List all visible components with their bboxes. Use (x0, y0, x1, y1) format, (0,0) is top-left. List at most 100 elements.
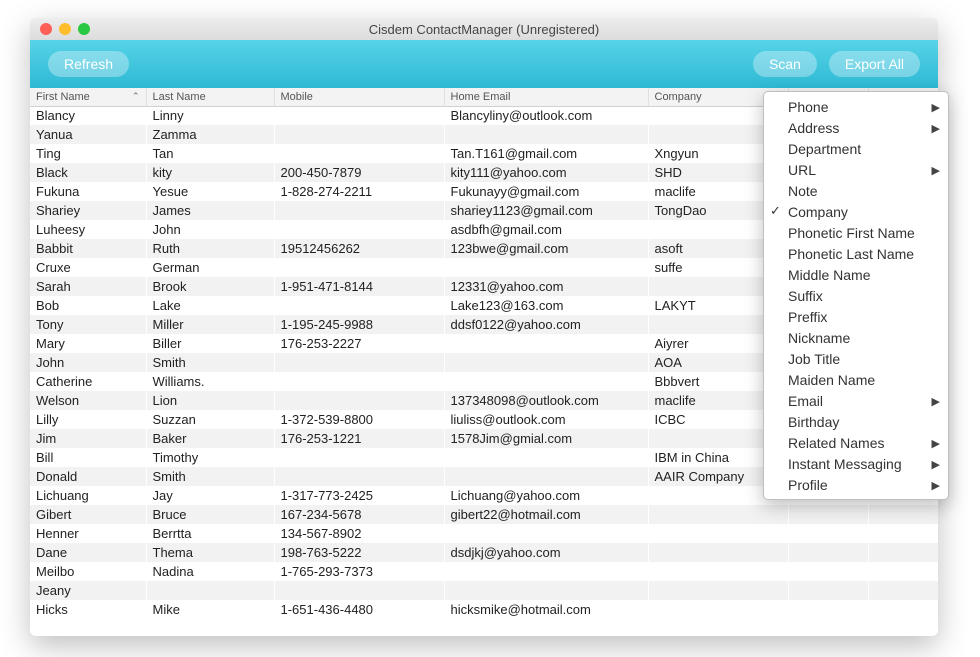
table-cell: shariey1123@gmail.com (444, 201, 648, 220)
table-cell: James (146, 201, 274, 220)
table-cell: Zamma (146, 125, 274, 144)
table-cell: John (30, 353, 146, 372)
menu-item[interactable]: Preffix (764, 306, 948, 327)
table-cell: kity111@yahoo.com (444, 163, 648, 182)
table-cell (648, 600, 788, 619)
submenu-arrow-icon: ▶ (932, 456, 940, 474)
table-cell-empty (788, 581, 868, 600)
menu-item[interactable]: Profile▶ (764, 474, 948, 495)
table-cell: Gibert (30, 505, 146, 524)
table-cell-empty (788, 524, 868, 543)
column-header-last-name[interactable]: Last Name (146, 88, 274, 106)
menu-item[interactable]: ✓ Company (764, 201, 948, 222)
table-cell: John (146, 220, 274, 239)
table-cell (274, 372, 444, 391)
submenu-arrow-icon: ▶ (932, 99, 940, 117)
menu-item[interactable]: Instant Messaging▶ (764, 453, 948, 474)
table-cell: Miller (146, 315, 274, 334)
menu-item-label: Birthday (788, 414, 839, 430)
table-cell: Tony (30, 315, 146, 334)
table-cell: Lilly (30, 410, 146, 429)
table-row[interactable]: HicksMike1-651-436-4480hicksmike@hotmail… (30, 600, 938, 619)
menu-item[interactable]: Department (764, 138, 948, 159)
menu-item[interactable]: Nickname (764, 327, 948, 348)
column-header-mobile[interactable]: Mobile (274, 88, 444, 106)
menu-item-label: Department (788, 141, 861, 157)
menu-item[interactable]: Suffix (764, 285, 948, 306)
menu-item-label: URL (788, 162, 816, 178)
menu-item-label: Preffix (788, 309, 827, 325)
table-cell: 176-253-2227 (274, 334, 444, 353)
table-cell (274, 296, 444, 315)
menu-item[interactable]: Job Title (764, 348, 948, 369)
table-cell: Dane (30, 543, 146, 562)
table-cell (146, 581, 274, 600)
table-cell: Lake (146, 296, 274, 315)
table-cell: Linny (146, 106, 274, 125)
menu-item[interactable]: Middle Name (764, 264, 948, 285)
menu-item-label: Middle Name (788, 267, 870, 283)
menu-item[interactable]: Phonetic Last Name (764, 243, 948, 264)
menu-item[interactable]: Phonetic First Name (764, 222, 948, 243)
table-cell: Suzzan (146, 410, 274, 429)
table-cell (274, 391, 444, 410)
table-cell (274, 201, 444, 220)
table-cell: 1-828-274-2211 (274, 182, 444, 201)
table-row[interactable]: DaneThema198-763-5222dsdjkj@yahoo.com (30, 543, 938, 562)
table-row[interactable]: Jeany (30, 581, 938, 600)
table-cell: 1-765-293-7373 (274, 562, 444, 581)
refresh-button[interactable]: Refresh (48, 51, 129, 77)
submenu-arrow-icon: ▶ (932, 435, 940, 453)
menu-item[interactable]: Address▶ (764, 117, 948, 138)
table-cell: 167-234-5678 (274, 505, 444, 524)
table-cell: Bob (30, 296, 146, 315)
menu-item[interactable]: Email▶ (764, 390, 948, 411)
table-row[interactable]: MeilboNadina1-765-293-7373 (30, 562, 938, 581)
submenu-arrow-icon: ▶ (932, 162, 940, 180)
menu-item-label: Company (788, 204, 848, 220)
table-cell (648, 562, 788, 581)
close-icon[interactable] (40, 23, 52, 35)
export-all-button[interactable]: Export All (829, 51, 920, 77)
menu-item[interactable]: Maiden Name (764, 369, 948, 390)
table-cell: Jay (146, 486, 274, 505)
table-cell: Fukuna (30, 182, 146, 201)
table-cell: kity (146, 163, 274, 182)
table-cell: Donald (30, 467, 146, 486)
table-cell (274, 448, 444, 467)
table-cell (274, 353, 444, 372)
table-cell: Mike (146, 600, 274, 619)
menu-item[interactable]: URL ▶ (764, 159, 948, 180)
menu-item[interactable]: Birthday (764, 411, 948, 432)
table-cell: Black (30, 163, 146, 182)
zoom-icon[interactable] (78, 23, 90, 35)
table-row[interactable]: GibertBruce167-234-5678gibert22@hotmail.… (30, 505, 938, 524)
menu-item[interactable]: Phone ▶ (764, 96, 948, 117)
table-cell-empty (788, 562, 868, 581)
scan-button[interactable]: Scan (753, 51, 817, 77)
submenu-arrow-icon: ▶ (932, 120, 940, 138)
table-cell (444, 258, 648, 277)
table-cell (444, 334, 648, 353)
table-cell: Bruce (146, 505, 274, 524)
table-cell: Sarah (30, 277, 146, 296)
table-cell: Nadina (146, 562, 274, 581)
column-header-first-name[interactable]: First Name ⌃ (30, 88, 146, 106)
menu-item-label: Phone (788, 99, 828, 115)
table-cell: 176-253-1221 (274, 429, 444, 448)
table-cell: Shariey (30, 201, 146, 220)
table-cell: 200-450-7879 (274, 163, 444, 182)
menu-item-label: Profile (788, 477, 828, 493)
menu-item[interactable]: Note (764, 180, 948, 201)
table-row[interactable]: HennerBerrtta134-567-8902 (30, 524, 938, 543)
table-cell (648, 524, 788, 543)
column-header-home-email[interactable]: Home Email (444, 88, 648, 106)
table-cell (274, 125, 444, 144)
minimize-icon[interactable] (59, 23, 71, 35)
table-cell: Welson (30, 391, 146, 410)
table-cell (444, 562, 648, 581)
table-cell: Tan (146, 144, 274, 163)
checkmark-icon: ✓ (770, 202, 781, 220)
table-cell: Brook (146, 277, 274, 296)
menu-item[interactable]: Related Names▶ (764, 432, 948, 453)
